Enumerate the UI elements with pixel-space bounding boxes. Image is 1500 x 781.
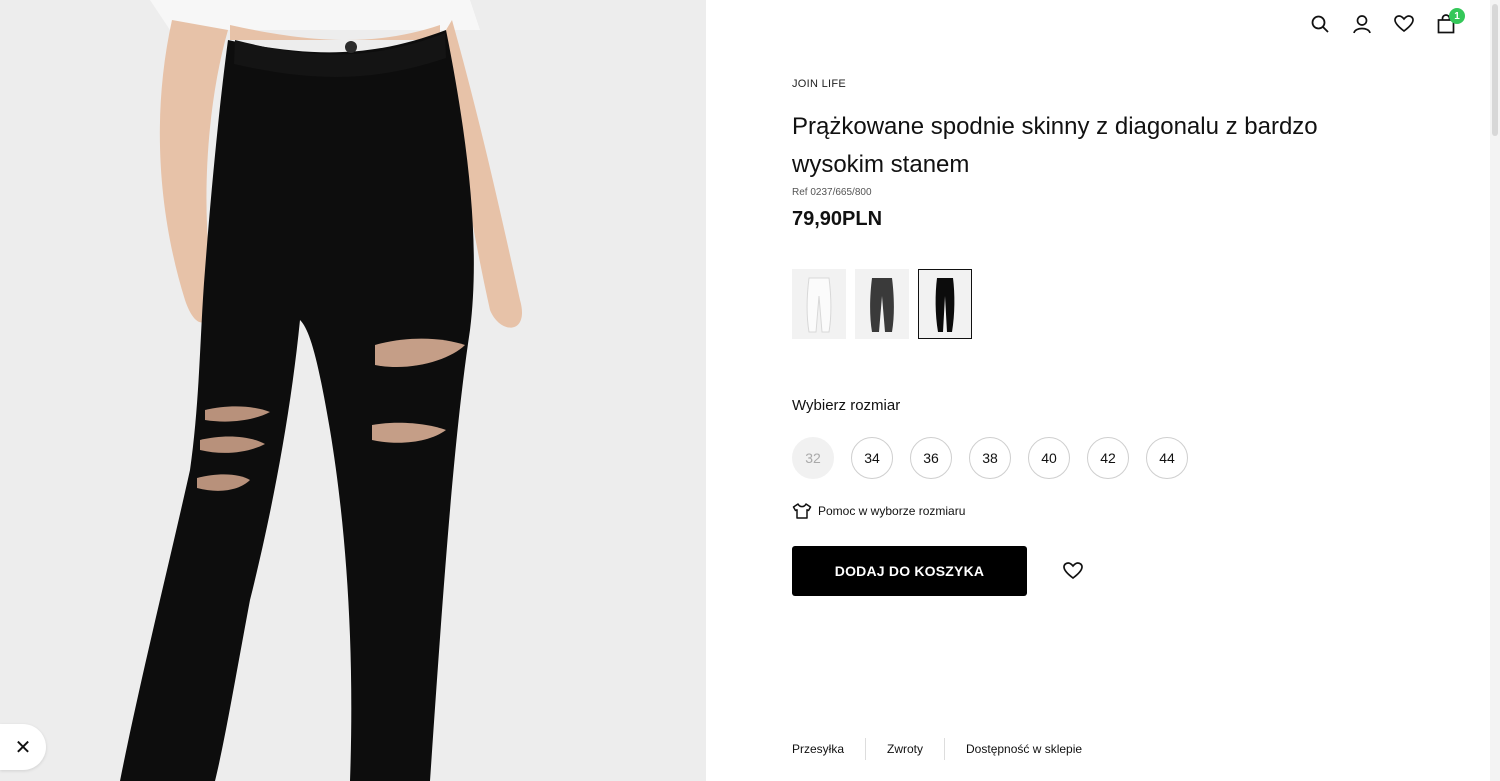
jeans-grey-thumbnail — [870, 278, 894, 332]
user-icon[interactable] — [1352, 12, 1372, 36]
close-gallery-button[interactable]: ✕ — [0, 724, 46, 770]
size-label: Wybierz rozmiar — [792, 397, 901, 414]
info-tabs: Przesyłka Zwroty Dostępność w sklepie — [792, 738, 1082, 760]
product-image[interactable]: ✕ — [0, 0, 706, 781]
size-option-44[interactable]: 44 — [1146, 437, 1188, 479]
color-swatch-dark-grey[interactable] — [855, 269, 909, 339]
page-scrollbar[interactable] — [1490, 0, 1500, 781]
color-selector — [792, 269, 972, 339]
scrollbar-thumb[interactable] — [1492, 4, 1498, 136]
search-icon[interactable] — [1310, 12, 1330, 36]
tab-store-availability[interactable]: Dostępność w sklepie — [966, 742, 1082, 756]
cart-count-badge: 1 — [1449, 8, 1465, 24]
product-price: 79,90PLN — [792, 208, 883, 230]
divider — [944, 738, 946, 760]
size-option-38[interactable]: 38 — [969, 437, 1011, 479]
tab-shipping[interactable]: Przesyłka — [792, 742, 844, 756]
color-swatch-white[interactable] — [792, 269, 846, 339]
size-help-link[interactable]: Pomoc w wyborze rozmiaru — [792, 503, 965, 519]
divider — [865, 738, 867, 760]
size-option-36[interactable]: 36 — [910, 437, 952, 479]
tshirt-icon — [792, 503, 812, 519]
heart-outline-icon — [1063, 562, 1083, 580]
header-actions: 1 — [1310, 8, 1465, 36]
heart-icon[interactable] — [1394, 12, 1414, 36]
jeans-black-thumbnail — [935, 278, 955, 332]
size-option-40[interactable]: 40 — [1028, 437, 1070, 479]
size-help-label: Pomoc w wyborze rozmiaru — [818, 504, 966, 518]
product-ref: Ref 0237/665/800 — [792, 187, 872, 198]
cart-icon[interactable]: 1 — [1436, 8, 1465, 36]
size-option-34[interactable]: 34 — [851, 437, 893, 479]
size-option-42[interactable]: 42 — [1087, 437, 1129, 479]
jeans-white-thumbnail — [806, 277, 832, 333]
product-photo-jeans — [0, 0, 706, 781]
tab-returns[interactable]: Zwroty — [887, 742, 923, 756]
color-swatch-black[interactable] — [918, 269, 972, 339]
product-title: Prążkowane spodnie skinny z diagonalu z … — [792, 113, 1318, 178]
size-selector: 32 34 36 38 40 42 44 — [792, 437, 1188, 479]
add-to-wishlist-button[interactable] — [1062, 561, 1084, 581]
product-brand: JOIN LIFE — [792, 78, 847, 90]
add-to-cart-button[interactable]: DODAJ DO KOSZYKA — [792, 546, 1027, 596]
size-option-32[interactable]: 32 — [792, 437, 834, 479]
